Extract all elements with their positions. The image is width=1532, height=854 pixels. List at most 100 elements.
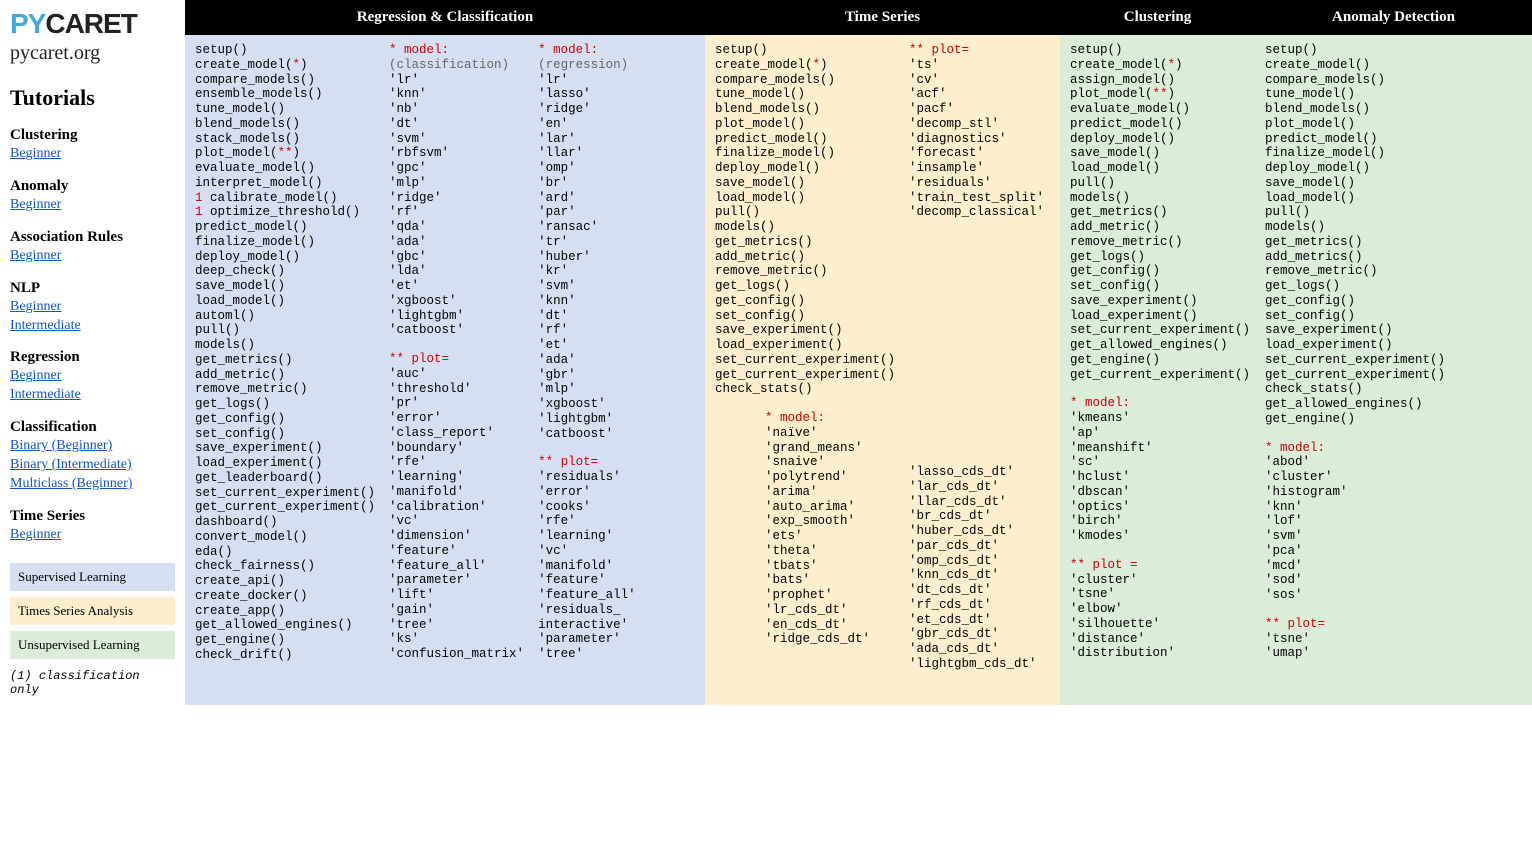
list-item: 'lr' — [389, 73, 524, 88]
func-line: remove_metric() — [1265, 264, 1522, 279]
list-item: 'lightgbm_cds_dt' — [909, 657, 1044, 672]
list-item: 'tree' — [389, 618, 524, 633]
logo-py: PY — [10, 8, 45, 39]
list-item: 'hclust' — [1070, 470, 1245, 485]
list-item: 'auto_arima' — [765, 500, 895, 515]
list-item: 'et' — [538, 338, 636, 353]
func-line: ensemble_models() — [195, 87, 375, 102]
column-anomaly: Anomaly Detection setup()create_model()c… — [1255, 0, 1532, 705]
func-line: finalize_model() — [1265, 146, 1522, 161]
list-item: 'et' — [389, 279, 524, 294]
func-line: deploy_model() — [195, 250, 375, 265]
column-clustering: Clustering setup()create_model(*)assign_… — [1060, 0, 1255, 705]
list-item: 'omp' — [538, 161, 636, 176]
func-line: models() — [715, 220, 895, 235]
list-item: 'gpc' — [389, 161, 524, 176]
list-item: 'pr' — [389, 396, 524, 411]
list-item: 'exp_smooth' — [765, 514, 895, 529]
list-item: 'ada_cds_dt' — [909, 642, 1044, 657]
footnote: (1) classification only — [10, 669, 175, 697]
list-item: 'cluster' — [1070, 573, 1245, 588]
list-item: 'rf' — [389, 205, 524, 220]
func-line: remove_metric() — [1070, 235, 1245, 250]
tutorial-heading: Regression — [10, 349, 175, 366]
func-line: tune_model() — [715, 87, 895, 102]
tutorials-title: Tutorials — [10, 85, 175, 111]
ts-right: ** plot= 'ts''cv''acf''pacf''decomp_stl'… — [909, 43, 1044, 697]
func-line: remove_metric() — [195, 382, 375, 397]
list-item: 'class_report' — [389, 426, 524, 441]
list-item: 'mlp' — [389, 176, 524, 191]
func-line: predict_model() — [1265, 132, 1522, 147]
list-item: 'huber_cds_dt' — [909, 524, 1044, 539]
func-line: check_fairness() — [195, 559, 375, 574]
func-line: load_model() — [195, 294, 375, 309]
list-item: 'sod' — [1265, 573, 1522, 588]
list-item: 'error' — [389, 411, 524, 426]
list-item: 'decomp_stl' — [909, 117, 1044, 132]
tutorial-link[interactable]: Beginner — [10, 247, 175, 266]
func-line: set_current_experiment() — [715, 353, 895, 368]
list-item: 'lightgbm' — [389, 309, 524, 324]
list-item: 'feature_all' — [538, 588, 636, 603]
func-line: create_docker() — [195, 589, 375, 604]
tutorial-link[interactable]: Beginner — [10, 367, 175, 386]
list-item: 'en' — [538, 117, 636, 132]
func-line: check_stats() — [715, 382, 895, 397]
reg-class-col: * model: (classification) 'lr''knn''nb''… — [389, 43, 524, 697]
tutorial-link[interactable]: Beginner — [10, 196, 175, 215]
list-item: 'histogram' — [1265, 485, 1522, 500]
tutorial-link[interactable]: Beginner — [10, 145, 175, 164]
func-line: blend_models() — [715, 102, 895, 117]
tutorial-link[interactable]: Intermediate — [10, 386, 175, 405]
func-line: get_config() — [1070, 264, 1245, 279]
tutorial-link[interactable]: Intermediate — [10, 317, 175, 336]
func-line: load_experiment() — [195, 456, 375, 471]
reg-funcs: setup()create_model(*)compare_models()en… — [195, 43, 375, 697]
list-item: 'arima' — [765, 485, 895, 500]
func-line: set_config() — [715, 309, 895, 324]
tutorial-link[interactable]: Binary (Beginner) — [10, 437, 175, 456]
func-line: add_metric() — [715, 250, 895, 265]
list-item: 'grand_means' — [765, 441, 895, 456]
list-item: 'feature' — [538, 573, 636, 588]
list-item: 'tbats' — [765, 559, 895, 574]
func-line: set_current_experiment() — [1070, 323, 1245, 338]
list-item: 'llar' — [538, 146, 636, 161]
list-item: 'abod' — [1265, 455, 1522, 470]
list-item: 'llar_cds_dt' — [909, 495, 1044, 510]
list-item: 'ada' — [389, 235, 524, 250]
func-line: get_current_experiment() — [1070, 368, 1245, 383]
list-item: 'silhouette' — [1070, 617, 1245, 632]
list-item: 'tsne' — [1265, 632, 1522, 647]
func-line: get_current_experiment() — [715, 368, 895, 383]
tutorial-heading: Anomaly — [10, 178, 175, 195]
list-item: 'dt_cds_dt' — [909, 583, 1044, 598]
list-item: 'knn' — [389, 87, 524, 102]
list-item: 'theta' — [765, 544, 895, 559]
func-line: tune_model() — [195, 102, 375, 117]
func-line: set_config() — [195, 427, 375, 442]
tutorial-section: NLPBeginnerIntermediate — [10, 280, 175, 336]
list-item: 'parameter' — [389, 573, 524, 588]
list-item: 'catboost' — [389, 323, 524, 338]
list-item: 'vc' — [538, 544, 636, 559]
func-line: plot_model(**) — [195, 146, 375, 161]
func-line: assign_model() — [1070, 73, 1245, 88]
list-item: 'svm' — [389, 132, 524, 147]
list-item: 'bats' — [765, 573, 895, 588]
list-item: 'knn' — [1265, 500, 1522, 515]
func-line: get_allowed_engines() — [1265, 397, 1522, 412]
list-item: 'lr' — [538, 73, 636, 88]
list-item: 'dt' — [538, 309, 636, 324]
logo-caret: CARET — [45, 8, 136, 39]
tutorial-link[interactable]: Multiclass (Beginner) — [10, 475, 175, 494]
tutorial-link[interactable]: Beginner — [10, 526, 175, 545]
tutorial-link[interactable]: Beginner — [10, 298, 175, 317]
list-item: 'lof' — [1265, 514, 1522, 529]
list-item: 'manifold' — [389, 485, 524, 500]
func-line: 1 optimize_threshold() — [195, 205, 375, 220]
list-item: 'xgboost' — [389, 294, 524, 309]
tutorial-link[interactable]: Binary (Intermediate) — [10, 456, 175, 475]
func-line: set_config() — [1265, 309, 1522, 324]
